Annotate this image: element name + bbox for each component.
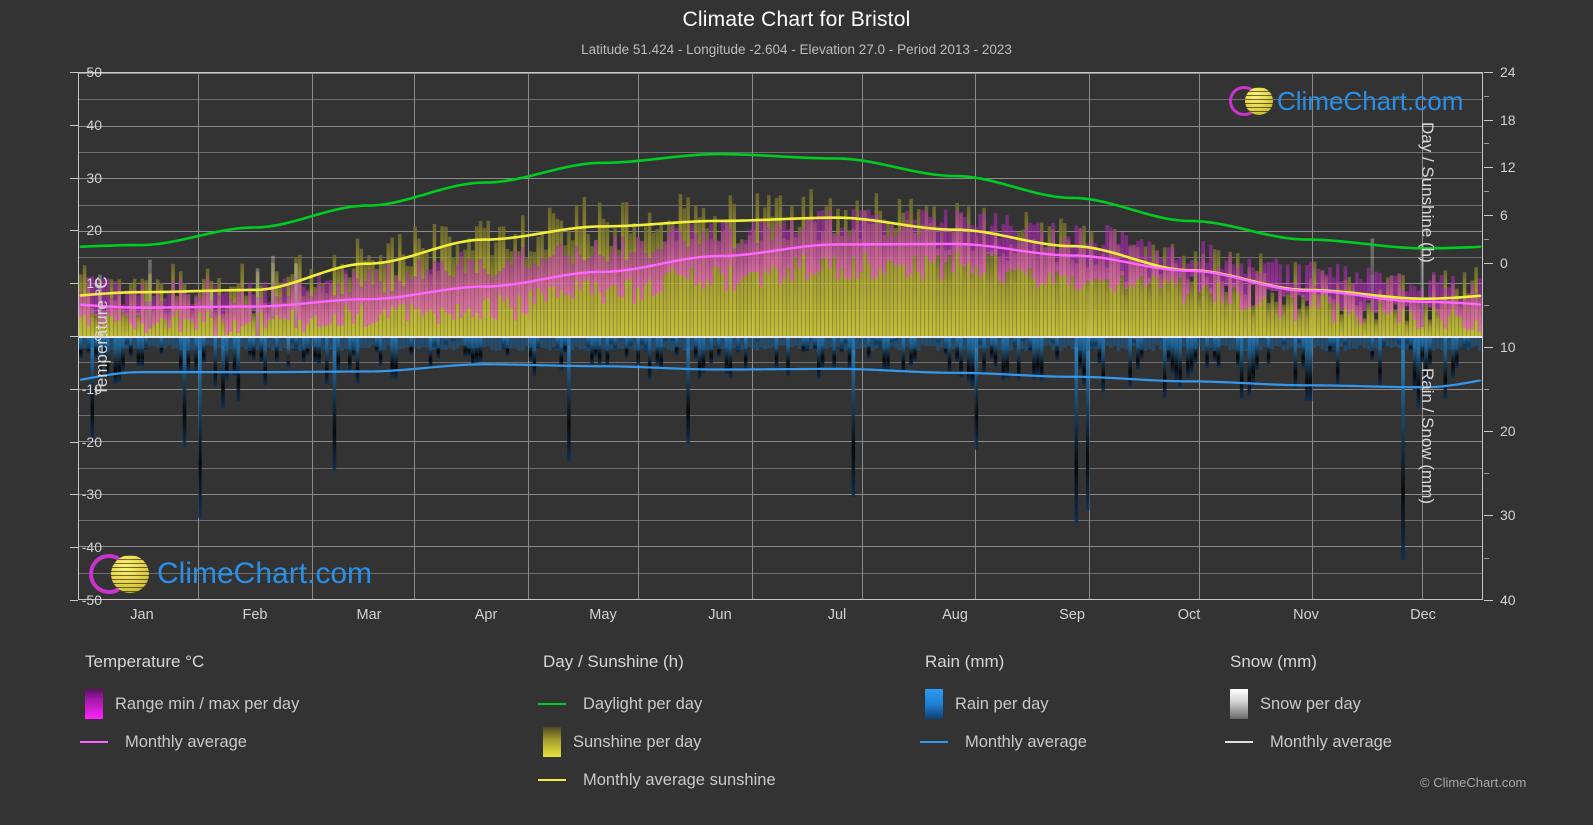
y-axis-right-tick: 0	[1500, 254, 1508, 271]
x-axis-tick-jan: Jan	[130, 607, 154, 623]
snow-average-line-icon	[1225, 741, 1253, 743]
x-axis-tick-jul: Jul	[827, 607, 847, 623]
x-axis-tick-apr: Apr	[474, 607, 498, 623]
legend-day-sunshine: Day / Sunshine (h) Daylight per day Suns…	[538, 652, 943, 799]
y-axis-right-tick: 30	[1500, 507, 1516, 524]
legend-item[interactable]: Monthly average	[1225, 723, 1530, 761]
y-axis-right-tick: 24	[1500, 64, 1516, 80]
y-axis-right-tick: 40	[1500, 592, 1516, 608]
logo-globe-icon	[1245, 87, 1273, 115]
temperature-range-swatch-icon	[85, 689, 103, 719]
climate-chart-page: Climate Chart for Bristol Latitude 51.42…	[0, 0, 1593, 825]
legend-heading: Rain (mm)	[925, 652, 1005, 671]
watermark-text: ClimeChart.com	[1277, 85, 1464, 116]
y-axis-right-bottom-title: Rain / Snow (mm)	[1418, 368, 1437, 505]
x-axis-tick-jun: Jun	[708, 607, 732, 623]
y-axis-right-tick: 20	[1500, 423, 1516, 440]
x-axis-tick-may: May	[589, 607, 617, 623]
legend-item[interactable]: Range min / max per day	[85, 685, 515, 723]
page-title: Climate Chart for Bristol	[682, 8, 911, 31]
y-axis-right-tick: 10	[1500, 338, 1516, 355]
x-axis-tick-oct: Oct	[1177, 607, 1201, 623]
watermark-small: ClimeChart.com	[1229, 83, 1463, 119]
legend-heading: Snow (mm)	[1230, 652, 1317, 671]
rain-average-line-icon	[920, 741, 948, 743]
x-axis-tick-nov: Nov	[1293, 607, 1319, 623]
monthly-curves-layer	[79, 73, 1482, 599]
legend-temperature: Temperature °C Range min / max per day M…	[80, 652, 515, 761]
temperature-average-line-icon	[80, 741, 108, 743]
legend-item[interactable]: Snow per day	[1230, 685, 1530, 723]
legend-item[interactable]: Rain per day	[925, 685, 1205, 723]
x-axis-tick-sep: Sep	[1059, 607, 1085, 623]
rain-swatch-icon	[925, 689, 943, 719]
chart-plot-area: ClimeChart.com ClimeChart.com	[78, 72, 1483, 600]
watermark-large: ClimeChart.com	[89, 551, 372, 597]
x-axis-tick-aug: Aug	[942, 607, 968, 623]
legend-item-label: Monthly average	[1270, 732, 1392, 751]
y-axis-right-top-title: Day / Sunshine (h)	[1418, 122, 1437, 263]
snow-swatch-icon	[1230, 689, 1248, 719]
sunshine-swatch-icon	[543, 727, 561, 757]
legend-item-label: Range min / max per day	[115, 694, 300, 713]
legend-rain: Rain (mm) Rain per day Monthly average	[920, 652, 1205, 761]
legend-item-label: Monthly average sunshine	[583, 770, 776, 789]
legend-item-label: Daylight per day	[583, 694, 703, 713]
logo-globe-icon	[111, 555, 149, 593]
legend-item[interactable]: Daylight per day	[538, 685, 943, 723]
legend-item-label: Rain per day	[955, 694, 1049, 713]
legend-item-label: Sunshine per day	[573, 732, 702, 751]
legend-item[interactable]: Monthly average	[920, 723, 1205, 761]
sunshine-average-line-icon	[538, 779, 566, 781]
watermark-text: ClimeChart.com	[157, 557, 373, 590]
legend-item[interactable]: Monthly average	[80, 723, 515, 761]
legend-item[interactable]: Monthly average sunshine	[538, 761, 943, 799]
legend-item[interactable]: Sunshine per day	[543, 723, 943, 761]
legend-item-label: Monthly average	[965, 732, 1087, 751]
daylight-line-icon	[538, 703, 566, 705]
x-axis-tick-mar: Mar	[356, 607, 382, 623]
y-axis-right-tick: 12	[1500, 159, 1516, 176]
y-axis-right-tick: 18	[1500, 111, 1516, 128]
page-subtitle: Latitude 51.424 - Longitude -2.604 - Ele…	[581, 42, 1012, 57]
copyright-notice: © ClimeChart.com	[1420, 775, 1527, 790]
legend-heading: Day / Sunshine (h)	[543, 652, 684, 671]
gridline-h	[79, 599, 1482, 600]
x-axis-tick-feb: Feb	[242, 607, 268, 623]
legend-item-label: Monthly average	[125, 732, 247, 751]
x-axis-tick-dec: Dec	[1410, 607, 1436, 623]
legend-item-label: Snow per day	[1260, 694, 1361, 713]
legend-heading: Temperature °C	[85, 652, 205, 671]
y-axis-right-tick: 6	[1500, 206, 1508, 223]
legend-snow: Snow (mm) Snow per day Monthly average	[1225, 652, 1530, 761]
